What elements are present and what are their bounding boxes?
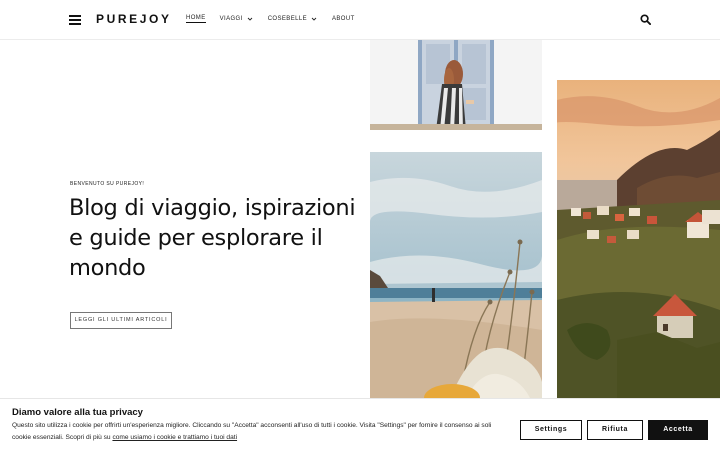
nav-item-cosebelle[interactable]: COSEBELLE (268, 15, 318, 23)
chevron-down-icon (311, 17, 317, 21)
site-logo[interactable]: PUREJOY (96, 12, 172, 26)
cookie-accept-button[interactable]: Accetta (648, 420, 708, 440)
nav-item-home[interactable]: HOME (186, 15, 206, 23)
hero-headline: Blog di viaggio, ispirazioni e guide per… (69, 195, 356, 281)
nav-item-label: ABOUT (331, 16, 355, 22)
cookie-settings-button[interactable]: Settings (520, 420, 582, 440)
chevron-down-icon (247, 17, 253, 21)
read-latest-articles-button[interactable]: LEGGI GLI ULTIMI ARTICOLI (70, 312, 172, 329)
photo-coastal-village[interactable] (557, 80, 720, 398)
cookie-banner-text: Questo sito utilizza i cookie per offrir… (12, 420, 507, 444)
search-icon[interactable] (640, 14, 651, 25)
cookie-reject-button[interactable]: Rifiuta (587, 420, 643, 440)
photo-beach-plants[interactable] (370, 152, 542, 398)
hamburger-menu-icon[interactable] (69, 15, 81, 25)
nav-item-about[interactable]: ABOUT (332, 15, 355, 23)
site-header: PUREJOY HOME VIAGGI COSEBELLE ABOUT (0, 0, 720, 40)
cookie-consent-banner: Diamo valore alla tua privacy Questo sit… (0, 398, 720, 450)
nav-item-viaggi[interactable]: VIAGGI (220, 15, 254, 23)
nav-item-label: HOME (186, 15, 206, 21)
cookie-banner-body: Questo sito utilizza i cookie per offrir… (12, 422, 492, 441)
photo-woman-blue-door[interactable] (370, 40, 542, 130)
hero-eyebrow: BENVENUTO SU PUREJOY! (70, 181, 145, 187)
main-nav: HOME VIAGGI COSEBELLE ABOUT (186, 15, 355, 23)
cookie-banner-title: Diamo valore alla tua privacy (12, 407, 143, 418)
cookie-policy-link[interactable]: come usiamo i cookie e trattiamo i tuoi … (112, 434, 237, 441)
nav-item-label: VIAGGI (219, 16, 243, 22)
nav-item-label: COSEBELLE (267, 16, 307, 22)
